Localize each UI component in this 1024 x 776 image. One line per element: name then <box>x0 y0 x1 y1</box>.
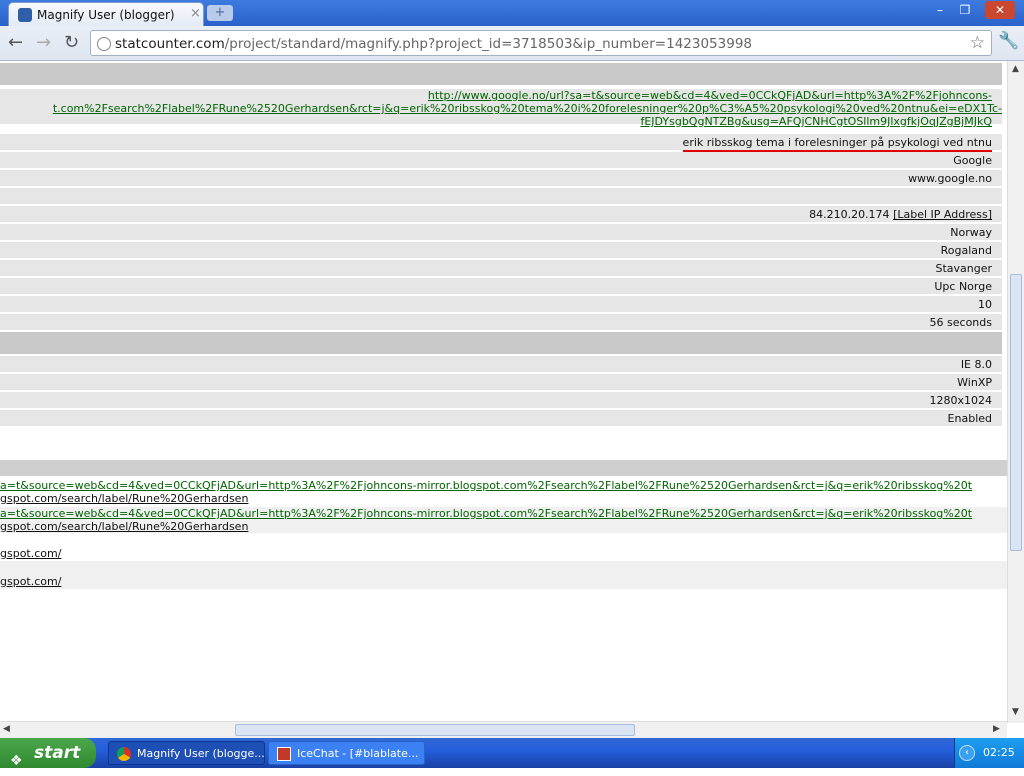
country-value: Norway <box>950 226 992 239</box>
referring-link-line-1[interactable]: http://www.google.no/url?sa=t&source=web… <box>428 89 992 102</box>
statcounter-favicon-icon <box>18 8 32 22</box>
browser-value: IE 8.0 <box>960 358 992 371</box>
url-path: /project/standard/magnify.php?project_id… <box>224 36 752 52</box>
page-content: http://www.google.no/url?sa=t&source=web… <box>0 61 1007 723</box>
visit-log-entry: a=t&source=web&cd=4&ved=0CCkQFjAD&url=ht… <box>0 479 1007 507</box>
visit-page-link[interactable]: gspot.com/ <box>0 547 61 560</box>
browser-toolbar: ← → ↻ statcounter.com/project/standard/m… <box>0 26 1024 61</box>
region-value: Rogaland <box>940 244 992 257</box>
referring-link-line-3[interactable]: fEJDYsgbQgNTZBg&usg=AFQjCNHCgtOSllm9Jlxg… <box>640 115 992 128</box>
globe-icon <box>97 37 111 51</box>
windows-taskbar: ❖ start Magnify User (blogge... IceChat … <box>0 738 1024 769</box>
search-query-row: erik ribsskog tema i forelesninger på ps… <box>0 134 1002 152</box>
visit-log-entry: a=t&source=web&cd=4&ved=0CCkQFjAD&url=ht… <box>0 507 1007 533</box>
section-header-bar <box>0 63 1002 85</box>
maximize-button[interactable]: ❐ <box>953 1 977 19</box>
vertical-scrollbar[interactable]: ▲ ▼ <box>1007 61 1024 723</box>
search-query-value: erik ribsskog tema i forelesninger på ps… <box>682 136 992 152</box>
tab-close-icon[interactable]: × <box>190 6 201 21</box>
wrench-menu-icon[interactable]: 🔧 <box>998 31 1019 51</box>
visit-referrer-link[interactable]: a=t&source=web&cd=4&ved=0CCkQFjAD&url=ht… <box>0 507 972 520</box>
bookmark-star-icon[interactable]: ☆ <box>970 33 985 53</box>
search-host-row: www.google.no <box>0 170 1002 187</box>
search-engine-row: Google <box>0 152 1002 169</box>
taskbar-item-chrome[interactable]: Magnify User (blogge... <box>108 741 265 765</box>
visit-log-entry: gspot.com/ <box>0 533 1007 561</box>
returning-visits-value: 10 <box>978 298 992 311</box>
region-row: Rogaland <box>0 242 1002 259</box>
returning-visits-row: 10 <box>0 296 1002 313</box>
taskbar-item-label: Magnify User (blogge... <box>137 747 265 760</box>
horizontal-scrollbar[interactable]: ◀ ▶ <box>0 721 1007 738</box>
resolution-row: 1280x1024 <box>0 392 1002 409</box>
scroll-left-arrow-icon[interactable]: ◀ <box>3 724 10 734</box>
taskbar-item-label: IceChat - [#blablate... <box>297 747 419 760</box>
start-label: start <box>34 743 81 763</box>
new-tab-button[interactable]: + <box>207 5 233 21</box>
search-host-value: www.google.no <box>908 172 992 185</box>
forward-arrow-icon[interactable]: → <box>36 32 51 53</box>
label-ip-link[interactable]: [Label IP Address] <box>893 208 992 221</box>
visit-length-row: 56 seconds <box>0 314 1002 331</box>
clock: 02:25 <box>983 746 1015 759</box>
visit-log-header <box>0 460 1007 476</box>
taskbar-item-icechat[interactable]: IceChat - [#blablate... <box>268 741 425 765</box>
tab-title: Magnify User (blogger) <box>37 8 175 22</box>
browser-titlebar: Magnify User (blogger) × + – ❐ ✕ <box>0 0 1024 26</box>
icechat-icon <box>277 747 291 761</box>
show-hidden-icons-icon[interactable]: ‹ <box>959 745 975 761</box>
referring-link-row: http://www.google.no/url?sa=t&source=web… <box>0 89 1002 128</box>
city-value: Stavanger <box>935 262 992 275</box>
visit-referrer-link[interactable]: a=t&source=web&cd=4&ved=0CCkQFjAD&url=ht… <box>0 479 972 492</box>
section-header-bar <box>0 332 1002 354</box>
visit-entry-page-link[interactable]: gspot.com/search/label/Rune%20Gerhardsen <box>0 520 248 533</box>
visit-page-link[interactable]: gspot.com/ <box>0 575 61 588</box>
scroll-right-arrow-icon[interactable]: ▶ <box>993 724 1000 734</box>
isp-row: Upc Norge <box>0 278 1002 295</box>
scroll-down-arrow-icon[interactable]: ▼ <box>1012 707 1019 717</box>
city-row: Stavanger <box>0 260 1002 277</box>
scroll-up-arrow-icon[interactable]: ▲ <box>1012 64 1019 74</box>
address-url[interactable]: statcounter.com/project/standard/magnify… <box>115 36 752 52</box>
reload-icon[interactable]: ↻ <box>64 32 79 53</box>
visit-entry-page-link[interactable]: gspot.com/search/label/Rune%20Gerhardsen <box>0 492 248 505</box>
back-arrow-icon[interactable]: ← <box>8 32 23 53</box>
chrome-icon <box>117 747 131 761</box>
windows-flag-icon: ❖ <box>10 753 23 769</box>
empty-row <box>0 188 1002 205</box>
country-row: Norway <box>0 224 1002 241</box>
close-window-button[interactable]: ✕ <box>985 1 1015 19</box>
ip-row: 84.210.20.174 [Label IP Address] <box>0 206 1002 223</box>
os-value: WinXP <box>957 376 992 389</box>
active-tab[interactable]: Magnify User (blogger) × <box>8 2 204 26</box>
javascript-row: Enabled <box>0 410 1002 427</box>
address-bar[interactable]: statcounter.com/project/standard/magnify… <box>90 30 992 56</box>
ip-address-value: 84.210.20.174 <box>809 208 890 221</box>
isp-value: Upc Norge <box>934 280 992 293</box>
search-engine-value: Google <box>953 154 992 167</box>
visit-log-entry: gspot.com/ <box>0 561 1007 589</box>
url-host: statcounter.com <box>115 36 225 52</box>
javascript-value: Enabled <box>947 412 992 425</box>
vertical-scroll-thumb[interactable] <box>1010 274 1022 551</box>
os-row: WinXP <box>0 374 1002 391</box>
referring-link-line-2[interactable]: t.com%2Fsearch%2Flabel%2FRune%2520Gerhar… <box>53 102 1002 115</box>
start-button[interactable]: ❖ start <box>0 738 96 769</box>
browser-row: IE 8.0 <box>0 356 1002 373</box>
resolution-value: 1280x1024 <box>929 394 993 407</box>
horizontal-scroll-thumb[interactable] <box>235 724 635 736</box>
visit-length-value: 56 seconds <box>929 316 992 329</box>
system-tray: ‹ 02:25 <box>954 738 1024 768</box>
minimize-button[interactable]: – <box>928 1 952 19</box>
